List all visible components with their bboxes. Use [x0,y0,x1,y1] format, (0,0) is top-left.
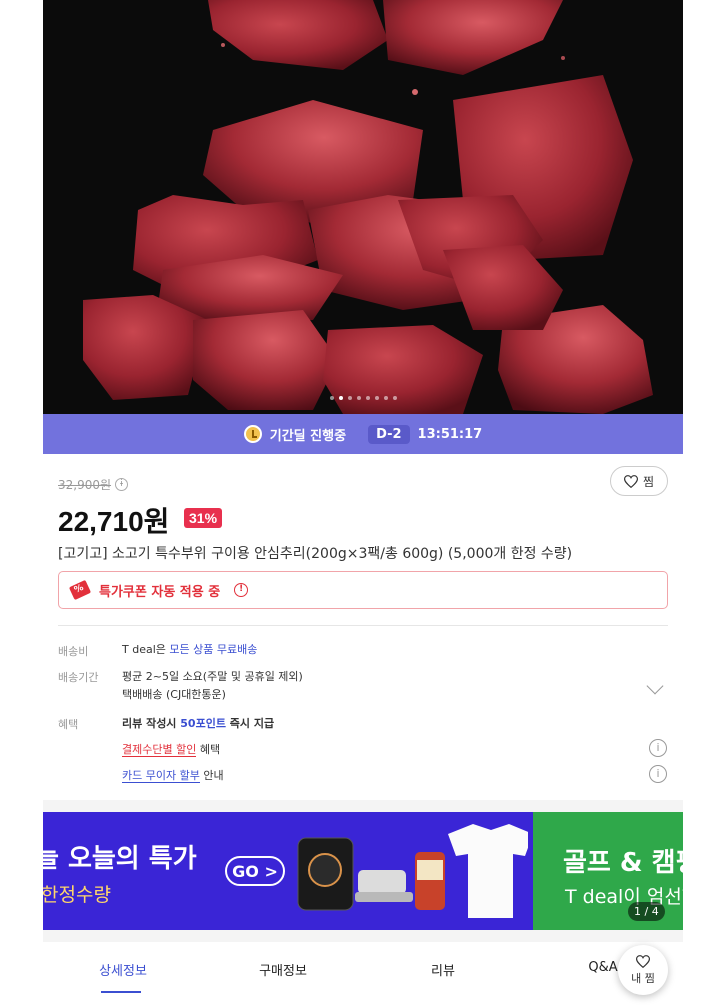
info-icon[interactable]: i [115,478,129,491]
carousel-dot[interactable] [356,396,361,400]
review-points: 50포인트 [180,717,226,730]
banner-pager: 1 / 4 [628,902,665,921]
dday-badge: D-2 [368,424,410,444]
info-icon[interactable]: i [649,739,667,757]
banner-title: 골프 & 캠핑 [563,848,683,878]
product-title: [고기고] 소고기 특수부위 구이용 안심추리(200g×3팩/총 600g) … [58,546,573,562]
payment-benefit: 결제수단별 할인 혜택 [122,741,220,757]
payment-discount-link[interactable]: 결제수단별 할인 [122,743,197,757]
banner-subtitle: T deal이 엄선한 [565,886,683,908]
today-deal-banner[interactable]: 늘 오늘의 특가 한정수량 GO > [43,812,533,930]
promo-banner-carousel[interactable]: 늘 오늘의 특가 한정수량 GO > 골프 & 캠핑 T deal이 엄선한 1… [43,812,683,930]
discount-badge: 31% [184,508,223,528]
deal-countdown: 13:51:17 [417,426,483,442]
review-benefit: 리뷰 작성시 50포인트 즉시 지급 [122,715,274,731]
banner-subtitle: 한정수량 [43,884,111,906]
my-wishlist-fab[interactable]: 내 찜 [618,945,668,995]
chevron-down-icon[interactable] [646,677,664,695]
review-benefit-suffix: 즉시 지급 [225,717,275,730]
product-image[interactable] [43,0,683,414]
alarm-clock-icon [243,425,262,443]
carousel-dots[interactable] [43,396,683,400]
review-benefit-text: 리뷰 작성시 [122,717,181,730]
deal-status-label: 기간딜 진행중 [269,428,347,444]
product-page: 기간딜 진행중 D-2 13:51:17 32,900원 i 찜 22,710원… [43,0,683,1007]
carousel-dot[interactable] [383,396,388,400]
shipping-period-line2: 택배배송 (CJ대한통운) [122,688,226,701]
banner-products-illustration [297,824,528,918]
wish-button[interactable]: 찜 [610,466,668,496]
deal-timer-bar: 기간딜 진행중 D-2 13:51:17 [43,414,683,454]
card-installment-link[interactable]: 카드 무이자 할부 [122,769,200,783]
tab-details[interactable]: 상세정보 [43,942,203,1007]
tab-purchase-info[interactable]: 구매정보 [203,942,363,1007]
banner-go-button[interactable]: GO > [225,856,285,886]
coupon-applied-banner[interactable]: 특가쿠폰 자동 적용 중 ! [58,571,668,609]
wish-label: 찜 [642,474,655,489]
original-price: 32,900원 i [58,476,129,493]
coupon-tag-icon [68,579,92,601]
shipping-fee-value: T deal은 모든 상품 무료배송 [122,641,257,657]
heart-icon [623,474,638,488]
carousel-dot[interactable] [392,396,397,400]
carousel-dot[interactable] [338,396,343,400]
carousel-dot[interactable] [374,396,379,400]
tab-reviews[interactable]: 리뷰 [363,942,523,1007]
section-divider [43,800,683,812]
beef-cubes-photo [43,0,683,414]
sale-price: 22,710원 [58,506,170,537]
detail-tabs: 상세정보 구매정보 리뷰 Q&A [43,942,683,1007]
shipping-fee-label: 배송비 [58,645,89,658]
card-installment: 카드 무이자 할부 안내 [122,767,224,783]
shipping-period-line1: 평균 2~5일 소요(주말 및 공휴일 제외) [122,670,303,683]
coupon-label: 특가쿠폰 자동 적용 중 [99,584,221,600]
original-price-value: 32,900원 [58,478,112,492]
carousel-dot[interactable] [329,396,334,400]
benefit-label: 혜택 [58,718,79,731]
section-divider [43,930,683,942]
free-shipping-text: 모든 상품 무료배송 [169,643,258,656]
info-icon[interactable]: i [649,765,667,783]
info-icon[interactable]: ! [234,583,249,597]
carousel-dot[interactable] [347,396,352,400]
card-installment-suffix: 안내 [199,769,224,782]
heart-icon [636,954,650,968]
shipping-period-label: 배송기간 [58,671,99,684]
divider [58,625,668,626]
fab-label: 내 찜 [631,971,655,985]
shipping-fee-text: T deal은 [122,643,170,656]
carousel-dot[interactable] [365,396,370,400]
payment-benefit-suffix: 혜택 [196,743,221,756]
banner-title: 늘 오늘의 특가 [43,844,197,874]
